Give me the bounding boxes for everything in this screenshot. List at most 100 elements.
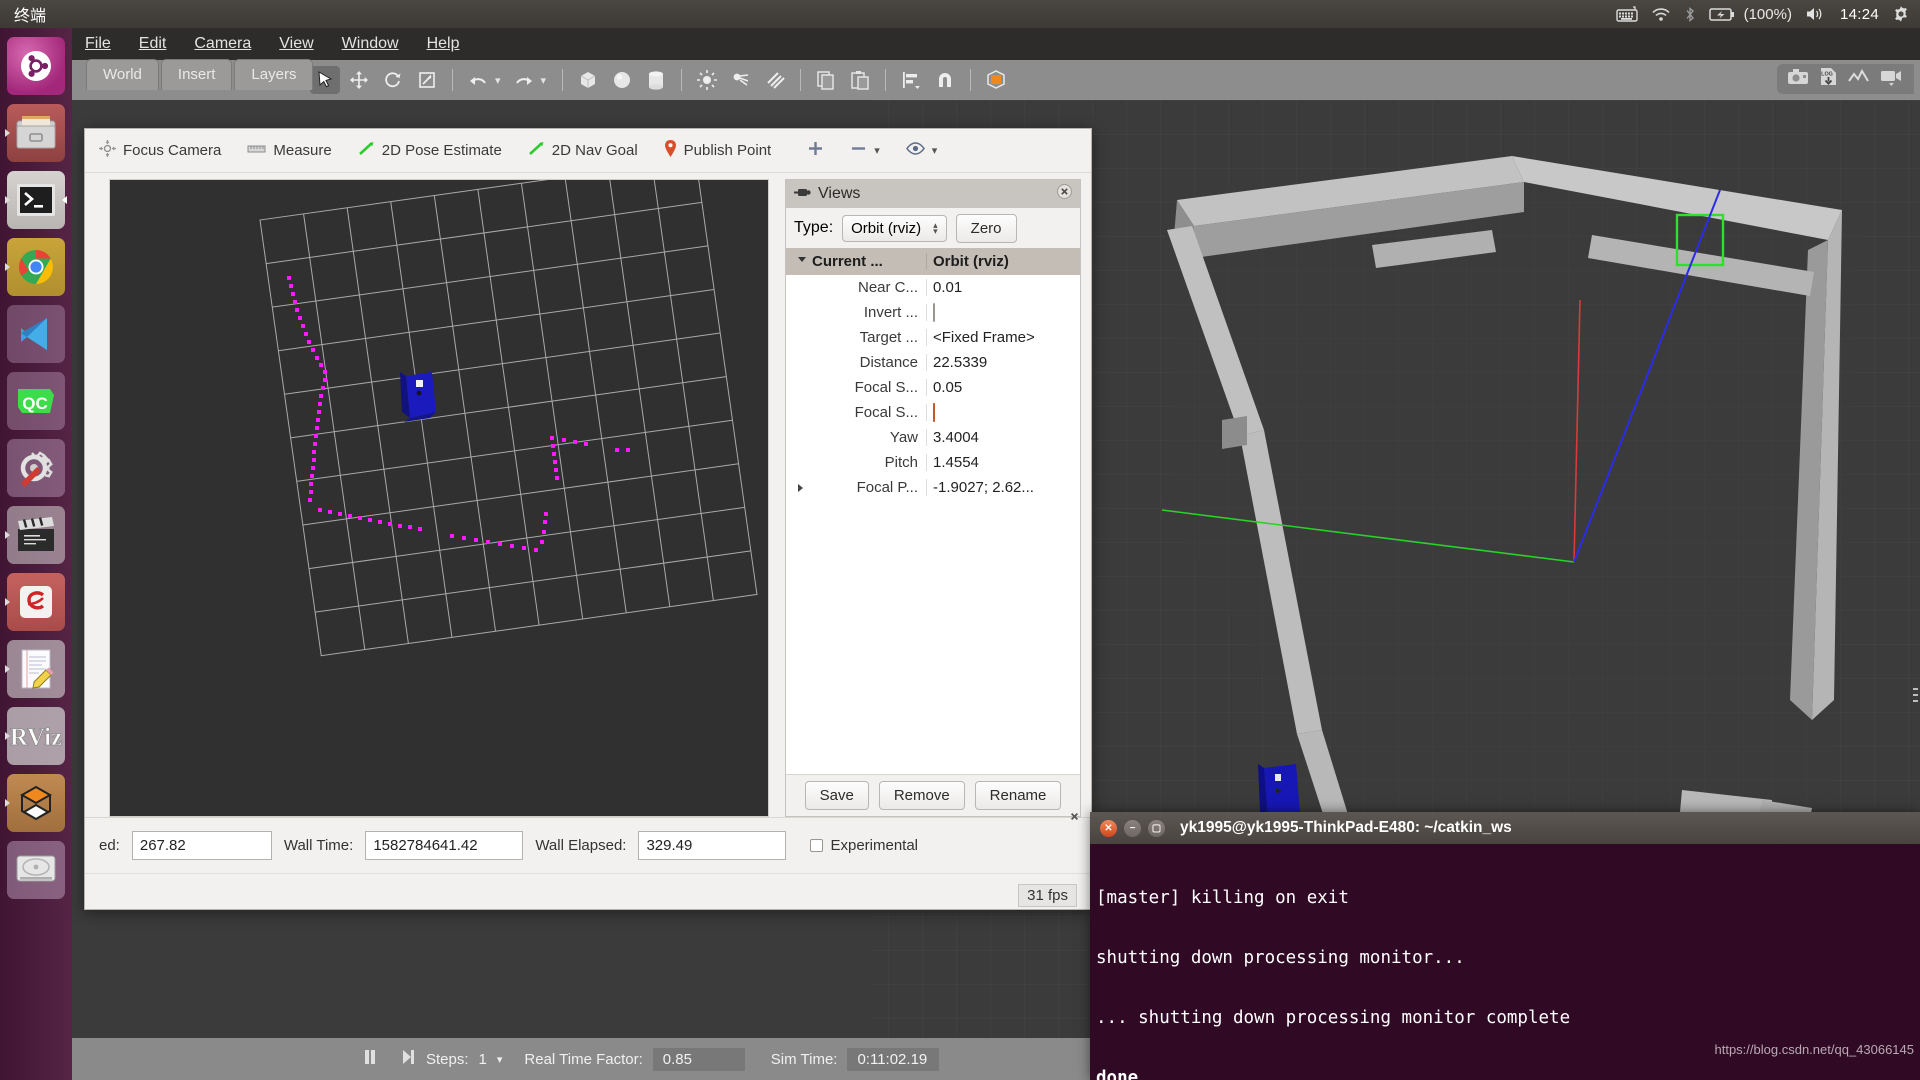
spinner-down-icon[interactable]: ▾: [933, 228, 938, 234]
chevron-down-icon[interactable]: ▾: [874, 144, 880, 157]
launcher-item-ubuntu-dash[interactable]: [4, 34, 68, 98]
close-icon[interactable]: [1057, 184, 1072, 204]
terminal-window[interactable]: ✕ − ▢ yk1995@yk1995-ThinkPad-E480: ~/cat…: [1090, 812, 1920, 1080]
tab-insert[interactable]: Insert: [161, 59, 233, 90]
save-button[interactable]: Save: [805, 781, 869, 810]
expand-triangle-icon[interactable]: [798, 484, 803, 492]
launcher-item-qc[interactable]: QC: [4, 369, 68, 433]
zero-button[interactable]: Zero: [956, 214, 1017, 243]
wall-elapsed-input[interactable]: [638, 831, 786, 860]
tab-layers[interactable]: Layers: [234, 59, 313, 90]
keyboard-icon[interactable]: [1616, 6, 1638, 22]
row-value[interactable]: -1.9027; 2.62...: [926, 479, 1080, 496]
table-row[interactable]: Pitch 1.4554: [786, 450, 1080, 475]
clock[interactable]: 14:24: [1840, 6, 1879, 23]
select-arrow-icon[interactable]: [310, 66, 340, 94]
box-icon[interactable]: [573, 66, 603, 94]
elapsed-input[interactable]: [132, 831, 272, 860]
statusbar-close-icon[interactable]: [1068, 810, 1081, 827]
video-icon[interactable]: [1880, 68, 1904, 91]
rviz-3d-view[interactable]: [109, 179, 769, 817]
row-value[interactable]: 1.4554: [926, 454, 1080, 471]
spot-light-icon[interactable]: [726, 66, 756, 94]
sphere-icon[interactable]: [607, 66, 637, 94]
focal-shape-checkbox[interactable]: [933, 403, 935, 422]
menu-window[interactable]: Window: [341, 33, 400, 55]
launcher-item-rviz[interactable]: RViz: [4, 704, 68, 768]
table-row[interactable]: Distance 22.5339: [786, 350, 1080, 375]
bluetooth-icon[interactable]: [1684, 6, 1696, 23]
redo-icon[interactable]: [509, 66, 539, 94]
table-row[interactable]: Focal P... -1.9027; 2.62...: [786, 475, 1080, 500]
wall-time-input[interactable]: [365, 831, 523, 860]
battery-icon[interactable]: [1709, 7, 1735, 22]
terminal-output[interactable]: [master] killing on exit shutting down p…: [1090, 844, 1920, 1080]
row-value[interactable]: <Fixed Frame>: [926, 329, 1080, 346]
row-value[interactable]: 0.01: [926, 279, 1080, 296]
step-icon[interactable]: [400, 1048, 416, 1070]
rviz-tool-remove[interactable]: ▾: [850, 140, 880, 161]
steps-value[interactable]: 1: [479, 1051, 487, 1068]
views-type-select[interactable]: Orbit (rviz) ▴ ▾: [842, 215, 947, 242]
rviz-tool-measure[interactable]: Measure: [247, 142, 331, 159]
screenshot-icon[interactable]: [1787, 68, 1809, 90]
close-icon[interactable]: ✕: [1100, 820, 1117, 837]
table-row[interactable]: Near C... 0.01: [786, 275, 1080, 300]
chevron-down-icon[interactable]: ▾: [932, 144, 938, 157]
table-row[interactable]: Yaw 3.4004: [786, 425, 1080, 450]
rviz-tool-add[interactable]: [807, 140, 824, 161]
launcher-item-vscode[interactable]: [4, 302, 68, 366]
launcher-item-evince[interactable]: [4, 570, 68, 634]
row-value[interactable]: 22.5339: [926, 354, 1080, 371]
align-icon[interactable]: [896, 66, 926, 94]
menu-edit[interactable]: Edit: [138, 33, 168, 55]
experimental-checkbox[interactable]: [810, 839, 823, 852]
row-value[interactable]: 3.4004: [926, 429, 1080, 446]
table-row[interactable]: Focal S... 0.05: [786, 375, 1080, 400]
collapse-triangle-icon[interactable]: [798, 257, 806, 266]
undo-icon[interactable]: [463, 66, 493, 94]
undo-dropdown-icon[interactable]: ▾: [495, 74, 501, 87]
launcher-item-gazebo[interactable]: [4, 771, 68, 835]
invert-checkbox[interactable]: [933, 303, 935, 322]
menu-view[interactable]: View: [278, 33, 314, 55]
launcher-item-terminal[interactable]: [4, 168, 68, 232]
rviz-tool-focus-camera[interactable]: Focus Camera: [99, 140, 221, 161]
snap-icon[interactable]: [930, 66, 960, 94]
scale-icon[interactable]: [412, 66, 442, 94]
translate-icon[interactable]: [344, 66, 374, 94]
tab-world[interactable]: World: [86, 59, 159, 90]
menu-help[interactable]: Help: [426, 33, 461, 55]
menu-file[interactable]: File: [84, 33, 112, 55]
wifi-icon[interactable]: [1651, 6, 1671, 22]
volume-icon[interactable]: [1805, 6, 1827, 22]
table-row[interactable]: Focal S...: [786, 400, 1080, 425]
row-value[interactable]: [926, 404, 1080, 421]
maximize-icon[interactable]: ▢: [1148, 820, 1165, 837]
power-gear-icon[interactable]: [1892, 5, 1910, 23]
launcher-item-chrome[interactable]: [4, 235, 68, 299]
joint-icon[interactable]: [981, 66, 1011, 94]
cylinder-icon[interactable]: [641, 66, 671, 94]
steps-dropdown-icon[interactable]: ▾: [497, 1053, 503, 1066]
launcher-item-disk[interactable]: [4, 838, 68, 902]
menu-camera[interactable]: Camera: [193, 33, 252, 55]
rotate-icon[interactable]: [378, 66, 408, 94]
rviz-tool-visibility[interactable]: ▾: [906, 142, 938, 159]
remove-button[interactable]: Remove: [879, 781, 965, 810]
rviz-tool-2d-nav-goal[interactable]: 2D Nav Goal: [528, 141, 638, 160]
pause-icon[interactable]: [362, 1048, 378, 1070]
launcher-item-video-editor[interactable]: [4, 503, 68, 567]
plot-icon[interactable]: [1848, 69, 1870, 90]
launcher-item-text-editor[interactable]: [4, 637, 68, 701]
paste-icon[interactable]: [845, 66, 875, 94]
rviz-tool-publish-point[interactable]: Publish Point: [664, 140, 772, 161]
launcher-item-files[interactable]: [4, 101, 68, 165]
row-value[interactable]: [926, 304, 1080, 321]
row-value[interactable]: 0.05: [926, 379, 1080, 396]
copy-icon[interactable]: [811, 66, 841, 94]
rviz-tool-2d-pose-estimate[interactable]: 2D Pose Estimate: [358, 141, 502, 160]
point-light-icon[interactable]: [692, 66, 722, 94]
directional-light-icon[interactable]: [760, 66, 790, 94]
rename-button[interactable]: Rename: [975, 781, 1062, 810]
